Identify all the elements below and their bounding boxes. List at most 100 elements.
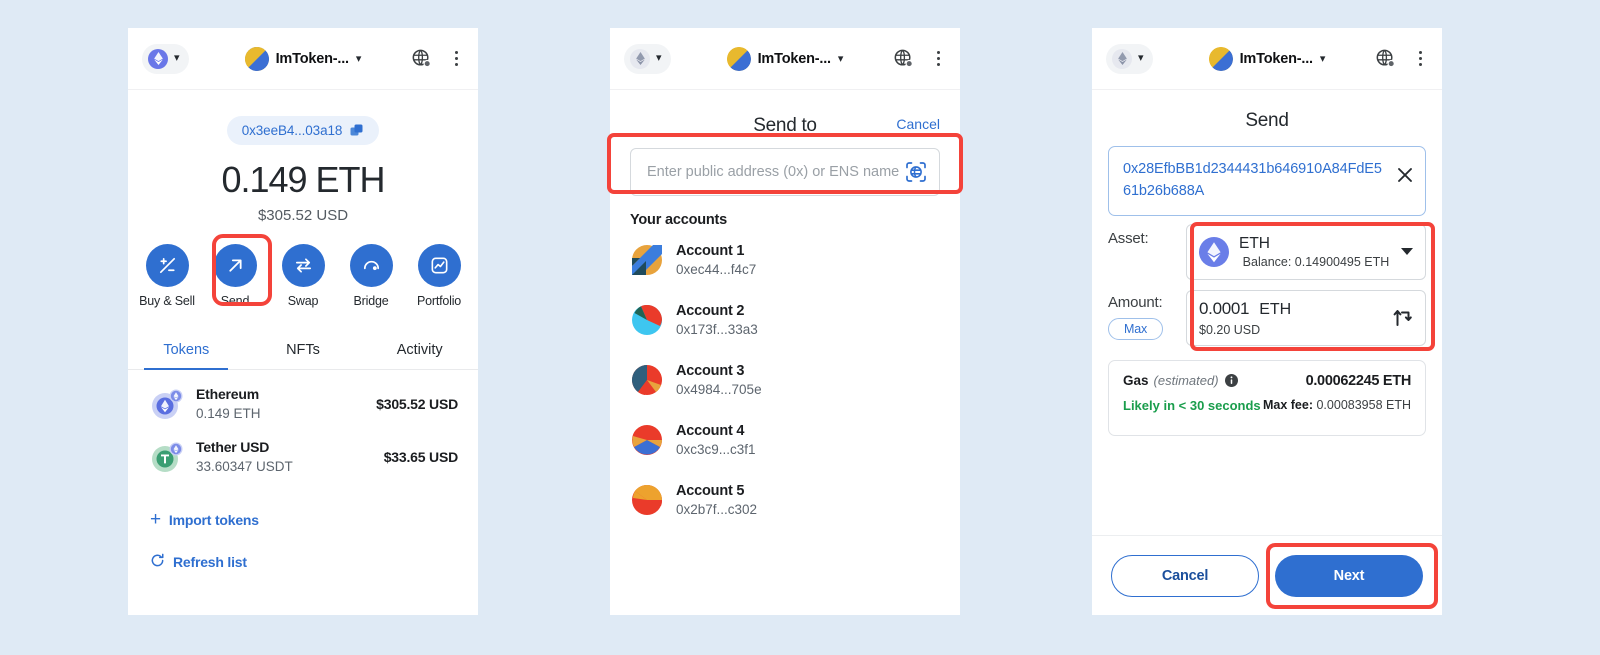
account-list-item[interactable]: Account 1 0xec44...f4c7 (610, 230, 960, 290)
network-selector[interactable]: ▾ (1106, 43, 1153, 74)
ethereum-badge-icon (1112, 48, 1132, 69)
account-info: Account 3 0x4984...705e (676, 363, 762, 397)
import-tokens-link[interactable]: + Import tokens (128, 510, 478, 529)
account-name: Account 1 (676, 243, 745, 259)
account-name: Account 4 (676, 423, 745, 439)
cancel-button[interactable]: Cancel (1111, 554, 1259, 597)
network-globe-icon[interactable] (412, 49, 431, 68)
action-label: Bridge (353, 294, 389, 308)
recipient-search-box[interactable] (630, 148, 940, 196)
recipient-address-value: 0x28EfbBB1d2344431b646910A84FdE561b26b68… (1123, 161, 1382, 199)
tab-tokens[interactable]: Tokens (128, 332, 245, 370)
wallet-body: 0x3eeB4...03a18 0.149 ETH $305.52 USD Bu… (128, 116, 478, 571)
plus-icon: + (150, 509, 161, 530)
kebab-menu-icon[interactable] (931, 47, 946, 70)
tether-token-icon (150, 440, 184, 474)
gas-estimated-label: (estimated) (1153, 373, 1219, 388)
recipient-search-wrap (610, 148, 960, 196)
tab-activity[interactable]: Activity (361, 332, 478, 369)
ethereum-token-icon (150, 387, 184, 421)
kebab-menu-icon[interactable] (449, 47, 464, 70)
action-label: Buy & Sell (139, 294, 195, 308)
gas-value: 0.00062245 ETH (1305, 372, 1412, 389)
address-pill-row: 0x3eeB4...03a18 (128, 116, 478, 145)
account-name: Account 2 (676, 303, 745, 319)
gas-label: Gas (1123, 373, 1149, 388)
amount-input-box[interactable]: 0.0001 ETH $0.20 USD (1186, 289, 1426, 346)
token-name: Ethereum (196, 386, 259, 402)
token-row-ethereum[interactable]: Ethereum 0.149 ETH $305.52 USD (128, 370, 478, 423)
chevron-down-icon: ▾ (837, 52, 844, 65)
account-name-label: ImToken-... (275, 51, 349, 67)
total-balance-fiat: $305.52 USD (257, 207, 349, 224)
account-list-item[interactable]: Account 3 0x4984...705e (610, 350, 960, 410)
network-selector[interactable]: ▾ (142, 43, 189, 74)
amount-line: 0.0001 ETH (1199, 299, 1391, 319)
chevron-down-icon: ▾ (355, 52, 362, 65)
action-buy-sell[interactable]: Buy & Sell (139, 244, 195, 308)
action-bridge[interactable]: Bridge (347, 244, 395, 308)
asset-balance: Balance: 0.14900495 ETH (1242, 254, 1390, 269)
extension-topbar: ▾ ImToken-... ▾ (610, 28, 960, 90)
token-info: Ethereum 0.149 ETH (196, 386, 376, 421)
account-info: Account 2 0x173f...33a3 (676, 303, 758, 337)
network-selector[interactable]: ▾ (624, 43, 671, 74)
wallet-overview-panel: ▾ ImToken-... ▾ 0x3eeB4...03a18 0.149 ET… (128, 28, 478, 615)
ens-scan-icon[interactable] (905, 161, 927, 183)
token-info: Tether USD 33.60347 USDT (196, 439, 384, 474)
send-to-header: Send to Cancel (610, 104, 960, 148)
asset-select[interactable]: ETH Balance: 0.14900495 ETH (1186, 223, 1426, 280)
token-row-tether[interactable]: Tether USD 33.60347 USDT $33.65 USD (128, 423, 478, 476)
screenshot-stage: ▾ ImToken-... ▾ 0x3eeB4...03a18 0.149 ET… (0, 0, 1600, 655)
action-portfolio[interactable]: Portfolio (415, 244, 463, 308)
copy-address-pill[interactable]: 0x3eeB4...03a18 (226, 116, 380, 145)
network-globe-icon[interactable] (894, 49, 913, 68)
avatar (632, 425, 662, 455)
imtoken-logo-icon (726, 47, 751, 71)
buy-sell-icon (145, 244, 189, 287)
amount-row: Amount: Max 0.0001 ETH $0.20 USD (1108, 280, 1426, 346)
refresh-list-link[interactable]: Refresh list (128, 553, 478, 571)
token-amount: 33.60347 USDT (196, 459, 293, 474)
refresh-icon (150, 553, 165, 571)
import-tokens-label: Import tokens (168, 511, 259, 528)
avatar (632, 485, 663, 515)
kebab-menu-icon[interactable] (1413, 47, 1428, 70)
action-swap[interactable]: Swap (279, 244, 327, 308)
asset-label: Asset: (1108, 229, 1149, 247)
action-label: Send (220, 294, 250, 308)
send-arrow-icon (213, 244, 257, 287)
account-list-item[interactable]: Account 5 0x2b7f...c302 (610, 470, 960, 530)
chevron-down-icon: ▾ (174, 52, 180, 64)
bridge-icon (349, 244, 393, 287)
close-x-icon[interactable] (1395, 165, 1415, 185)
refresh-list-label: Refresh list (173, 554, 247, 570)
action-label: Swap (287, 294, 319, 308)
account-list-item[interactable]: Account 4 0xc3c9...c3f1 (610, 410, 960, 470)
amount-value: 0.0001 (1199, 298, 1250, 318)
topbar-right-actions (412, 47, 464, 70)
max-button[interactable]: Max (1108, 317, 1164, 340)
recipient-address-field[interactable]: 0x28EfbBB1d2344431b646910A84FdE561b26b68… (1108, 146, 1426, 216)
extension-topbar: ▾ ImToken-... ▾ (1092, 28, 1442, 90)
total-balance: 0.149 ETH (221, 159, 385, 200)
tab-nfts[interactable]: NFTs (245, 332, 362, 369)
asset-row: Asset: ETH Balance: 0.14900495 ETH (1108, 216, 1426, 280)
account-list-item[interactable]: Account 2 0x173f...33a3 (610, 290, 960, 350)
network-globe-icon[interactable] (1376, 49, 1395, 68)
cancel-link[interactable]: Cancel (896, 116, 940, 132)
asset-symbol: ETH (1239, 234, 1270, 252)
account-info: Account 1 0xec44...f4c7 (676, 243, 756, 277)
account-address: 0xc3c9...c3f1 (676, 442, 756, 457)
next-button[interactable]: Next (1275, 554, 1423, 597)
account-address: 0x2b7f...c302 (676, 502, 758, 517)
portfolio-chart-icon (417, 244, 461, 287)
info-icon[interactable] (1224, 374, 1238, 387)
account-name-label: ImToken-... (757, 51, 831, 67)
action-send[interactable]: Send (211, 244, 259, 308)
swap-currency-icon[interactable] (1391, 307, 1413, 329)
recipient-search-input[interactable] (645, 163, 905, 181)
account-name: Account 5 (676, 483, 745, 499)
quick-actions-row: Buy & Sell Send Swap Bridge Portfolio (128, 244, 478, 308)
asset-tabs: Tokens NFTs Activity (128, 332, 478, 370)
